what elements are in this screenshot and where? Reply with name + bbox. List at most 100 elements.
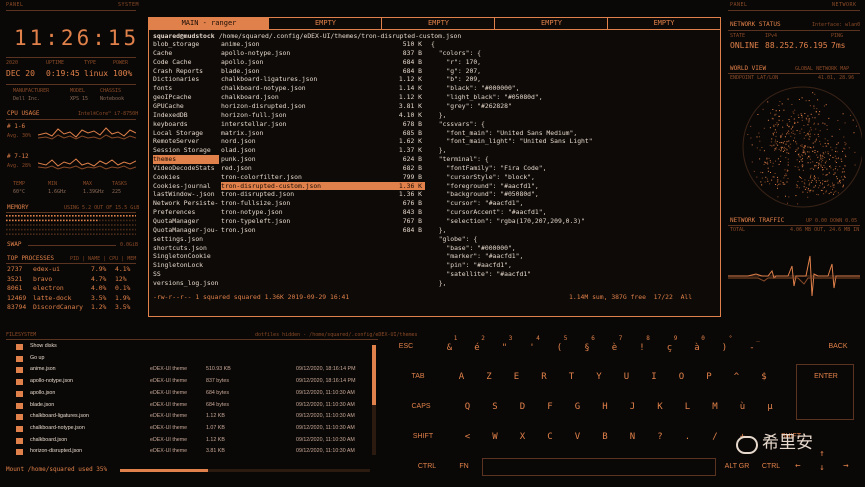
key-row1-alt-10[interactable]: 0 bbox=[698, 336, 708, 342]
dir-item[interactable]: Network Persiste- bbox=[153, 199, 219, 208]
key-row3-3[interactable]: D bbox=[515, 403, 531, 412]
key-row2-12[interactable]: $ bbox=[756, 373, 772, 382]
key-row3-12[interactable]: µ bbox=[762, 403, 778, 412]
key-row1-alt-5[interactable]: 5 bbox=[561, 336, 571, 342]
dir-item[interactable]: QuotaManager bbox=[153, 217, 219, 226]
file-row[interactable]: anime.json eDEX-UI theme 510.93 KB 09/12/20… bbox=[6, 364, 370, 376]
on-screen-keyboard[interactable]: ESC & 1 é 2 " 3 ' 4 (5 § 6 è 7! 8 ç 9 à 0) ° - _ BACK TAB A Z E R T Y… bbox=[392, 330, 862, 485]
key-caps[interactable]: CAPS bbox=[406, 403, 436, 410]
dir-item[interactable]: Local Storage bbox=[153, 129, 219, 138]
dir-item[interactable]: Dictionaries bbox=[153, 75, 219, 84]
file-row[interactable]: Show disks bbox=[6, 341, 370, 353]
file-item[interactable]: horizon-disrupted.json 3.81 K bbox=[221, 102, 425, 111]
file-list[interactable]: Show disks Go up anime.json eDEX-UI theme 51… bbox=[6, 341, 370, 459]
key-row4-6[interactable]: B bbox=[597, 433, 613, 442]
dir-item[interactable]: SingletonCookie bbox=[153, 252, 219, 261]
key-row2-3[interactable]: E bbox=[509, 373, 525, 382]
key-row3-7[interactable]: J bbox=[625, 403, 641, 412]
key-row1-10[interactable]: à bbox=[689, 344, 705, 353]
key-row2-4[interactable]: R bbox=[536, 373, 552, 382]
dir-item[interactable]: themes bbox=[153, 155, 219, 164]
key-row4-10[interactable]: / bbox=[707, 433, 723, 442]
key-row3-11[interactable]: ù bbox=[735, 403, 751, 412]
key-row4-3[interactable]: X bbox=[515, 433, 531, 442]
key-row1-2[interactable]: é bbox=[469, 344, 485, 353]
key-row2-2[interactable]: Z bbox=[481, 373, 497, 382]
key-row1-alt-2[interactable]: 2 bbox=[478, 336, 488, 342]
key-row1-alt-8[interactable]: 8 bbox=[643, 336, 653, 342]
dir-item[interactable]: Session Storage bbox=[153, 146, 219, 155]
file-row[interactable]: apollo.json eDEX-UI theme 684 bytes 09/12/2… bbox=[6, 388, 370, 400]
dir-item[interactable]: IndexedDB bbox=[153, 111, 219, 120]
dir-item[interactable]: Preferences bbox=[153, 208, 219, 217]
key-row1-3[interactable]: " bbox=[497, 344, 513, 353]
key-row1-8[interactable]: ! bbox=[634, 344, 650, 353]
file-item[interactable]: apollo.json 684 B bbox=[221, 58, 425, 67]
file-item[interactable]: tron-fullsize.json 676 B bbox=[221, 199, 425, 208]
key-arrow-right[interactable]: → bbox=[840, 462, 852, 471]
key-tab[interactable]: TAB bbox=[406, 373, 430, 380]
key-row3-10[interactable]: M bbox=[707, 403, 723, 412]
dir-item[interactable]: VideoDecodeStats bbox=[153, 164, 219, 173]
key-row3-4[interactable]: F bbox=[542, 403, 558, 412]
file-item[interactable]: blade.json 684 B bbox=[221, 67, 425, 76]
key-row2-1[interactable]: A bbox=[454, 373, 470, 382]
key-row2-7[interactable]: U bbox=[619, 373, 635, 382]
file-item[interactable]: anime.json 510 K bbox=[221, 40, 425, 49]
file-row[interactable]: blade.json eDEX-UI theme 684 bytes 09/12/20… bbox=[6, 400, 370, 412]
file-item[interactable]: matrix.json 685 B bbox=[221, 129, 425, 138]
key-row1-5[interactable]: ( bbox=[552, 344, 568, 353]
key-row1-6[interactable]: § bbox=[579, 344, 595, 353]
key-esc[interactable]: ESC bbox=[392, 343, 420, 350]
key-shift-left[interactable]: SHIFT bbox=[408, 433, 438, 440]
key-back[interactable]: BACK bbox=[820, 343, 856, 350]
dir-item[interactable]: Crash Reports bbox=[153, 67, 219, 76]
file-item[interactable]: chalkboard.json 1.12 K bbox=[221, 93, 425, 102]
key-arrow-up[interactable]: ↑ bbox=[816, 450, 828, 459]
file-item[interactable]: punk.json 624 B bbox=[221, 155, 425, 164]
key-row3-8[interactable]: K bbox=[652, 403, 668, 412]
key-row1-alt-11[interactable]: ° bbox=[726, 336, 736, 342]
terminal-window[interactable]: MAIN - ranger EMPTY EMPTY EMPTY EMPTY sq… bbox=[148, 17, 721, 317]
key-row1-4[interactable]: ' bbox=[524, 344, 540, 353]
dir-item[interactable]: Cookies-journal bbox=[153, 182, 219, 191]
dir-item[interactable]: Cache bbox=[153, 49, 219, 58]
key-row3-9[interactable]: L bbox=[680, 403, 696, 412]
ranger-panes[interactable]: blob_storage Cache Code Cache Crash Reports… bbox=[149, 40, 720, 290]
dir-item[interactable]: QuotaManager-jou- bbox=[153, 226, 219, 235]
key-arrow-down[interactable]: ↓ bbox=[816, 464, 828, 473]
file-scrollbar[interactable] bbox=[372, 345, 376, 455]
file-row[interactable]: chalkboard.json eDEX-UI theme 1.12 KB 09/12… bbox=[6, 435, 370, 447]
tab-main[interactable]: MAIN - ranger bbox=[149, 18, 269, 29]
file-item[interactable]: red.json 682 B bbox=[221, 164, 425, 173]
key-ctrl-left[interactable]: CTRL bbox=[414, 463, 440, 470]
dir-item[interactable]: SingletonLock bbox=[153, 261, 219, 270]
dir-item[interactable]: shortcuts.json bbox=[153, 244, 219, 253]
dir-item[interactable]: settings.json bbox=[153, 235, 219, 244]
dir-item[interactable]: GPUCache bbox=[153, 102, 219, 111]
dir-item[interactable]: lastWindow-.json bbox=[153, 190, 219, 199]
tab-empty-3[interactable]: EMPTY bbox=[495, 18, 608, 29]
dir-item[interactable]: blob_storage bbox=[153, 40, 219, 49]
dir-item[interactable]: SS bbox=[153, 270, 219, 279]
key-fn[interactable]: FN bbox=[454, 463, 474, 470]
key-row3-6[interactable]: H bbox=[597, 403, 613, 412]
file-row[interactable]: chalkboard-notype.json eDEX-UI theme 1.07 … bbox=[6, 423, 370, 435]
file-item[interactable]: apollo-notype.json 837 B bbox=[221, 49, 425, 58]
file-item[interactable]: tron-disrupted-custom.json 1.36 K bbox=[221, 181, 425, 191]
key-row1-alt-12[interactable]: _ bbox=[753, 336, 763, 342]
key-row1-11[interactable]: ) bbox=[717, 344, 733, 353]
key-row1-alt-3[interactable]: 3 bbox=[506, 336, 516, 342]
file-item[interactable]: chalkboard-ligatures.json 1.12 K bbox=[221, 75, 425, 84]
key-row4-4[interactable]: C bbox=[542, 433, 558, 442]
key-row4-5[interactable]: V bbox=[570, 433, 586, 442]
file-item[interactable]: nord.json 1.62 K bbox=[221, 137, 425, 146]
key-row4-1[interactable]: < bbox=[460, 433, 476, 442]
key-row1-7[interactable]: è bbox=[607, 344, 623, 353]
file-item[interactable]: tron-disrupted.json 1.36 K bbox=[221, 190, 425, 199]
key-row2-5[interactable]: T bbox=[564, 373, 580, 382]
file-item[interactable]: tron-typeleft.json 767 B bbox=[221, 217, 425, 226]
dir-item[interactable]: geoIPcache bbox=[153, 93, 219, 102]
file-row[interactable]: horizon-disrupted.json eDEX-UI theme 3.81 … bbox=[6, 446, 370, 458]
dir-item[interactable]: versions_log.json bbox=[153, 279, 219, 288]
